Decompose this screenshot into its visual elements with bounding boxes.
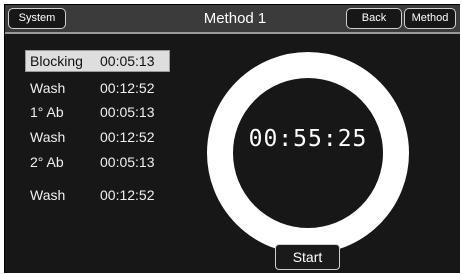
step-time: 00:12:52 — [100, 187, 155, 203]
step-row-primary-ab[interactable]: 1° Ab 00:05:13 — [25, 101, 170, 123]
system-button[interactable]: System — [8, 8, 66, 29]
step-row-blocking[interactable]: Blocking 00:05:13 — [25, 50, 170, 72]
step-time: 00:12:52 — [100, 80, 155, 96]
start-button[interactable]: Start — [275, 244, 340, 270]
step-name: 2° Ab — [30, 154, 64, 170]
step-name: Wash — [30, 129, 66, 145]
step-time: 00:12:52 — [100, 129, 155, 145]
step-name: Wash — [30, 80, 66, 96]
step-row-wash-1[interactable]: Wash 00:12:52 — [25, 77, 170, 99]
step-row-wash-2[interactable]: Wash 00:12:52 — [25, 126, 170, 148]
page-title: Method 1 — [203, 9, 267, 27]
back-button[interactable]: Back — [346, 8, 402, 29]
step-time: 00:05:13 — [100, 154, 155, 170]
device-display: System Method 1 Back Method Blocking 00:… — [4, 4, 460, 273]
method-button[interactable]: Method — [404, 8, 456, 29]
step-row-secondary-ab[interactable]: 2° Ab 00:05:13 — [25, 151, 170, 173]
countdown-timer: 00:55:25 — [248, 126, 368, 152]
step-time: 00:05:13 — [100, 104, 155, 120]
step-name: Wash — [30, 187, 66, 203]
step-row-wash-3[interactable]: Wash 00:12:52 — [25, 184, 170, 206]
step-name: 1° Ab — [30, 104, 64, 120]
top-bar: System Method 1 Back Method — [5, 5, 460, 34]
screen: System Method 1 Back Method Blocking 00:… — [0, 0, 462, 274]
step-name: Blocking — [30, 53, 83, 69]
step-time: 00:05:13 — [100, 53, 155, 69]
